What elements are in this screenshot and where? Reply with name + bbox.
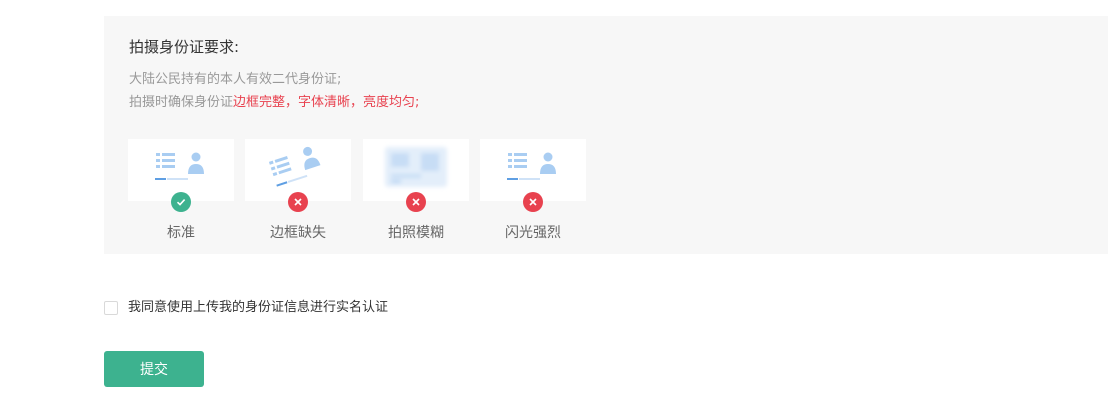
requirement-line-2-highlight: 边框完整，字体清晰，亮度均匀; — [233, 95, 420, 110]
example-label-standard: 标准 — [167, 225, 195, 241]
requirements-title: 拍摄身份证要求: — [129, 38, 240, 56]
agreement-checkbox[interactable] — [104, 301, 118, 315]
agreement-row[interactable]: 我同意使用上传我的身份证信息进行实名认证 — [104, 300, 388, 316]
submit-button[interactable]: 提交 — [104, 351, 204, 387]
requirement-line-2: 拍摄时确保身份证边框完整，字体清晰，亮度均匀; — [129, 95, 419, 111]
requirement-line-1: 大陆公民持有的本人有效二代身份证; — [129, 72, 342, 87]
check-icon — [171, 192, 191, 212]
example-label-strong-flash: 闪光强烈 — [505, 225, 561, 241]
cross-icon — [406, 192, 426, 212]
requirement-line-2-prefix: 拍摄时确保身份证 — [129, 95, 234, 110]
agreement-text[interactable]: 我同意使用上传我的身份证信息进行实名认证 — [128, 300, 388, 316]
cross-icon — [288, 192, 308, 212]
id-requirements-panel: 拍摄身份证要求: 大陆公民持有的本人有效二代身份证; 拍摄时确保身份证边框完整，… — [104, 16, 1108, 254]
example-label-blurry: 拍照模糊 — [388, 225, 444, 241]
example-label-border-missing: 边框缺失 — [270, 225, 326, 241]
cross-icon — [523, 192, 543, 212]
